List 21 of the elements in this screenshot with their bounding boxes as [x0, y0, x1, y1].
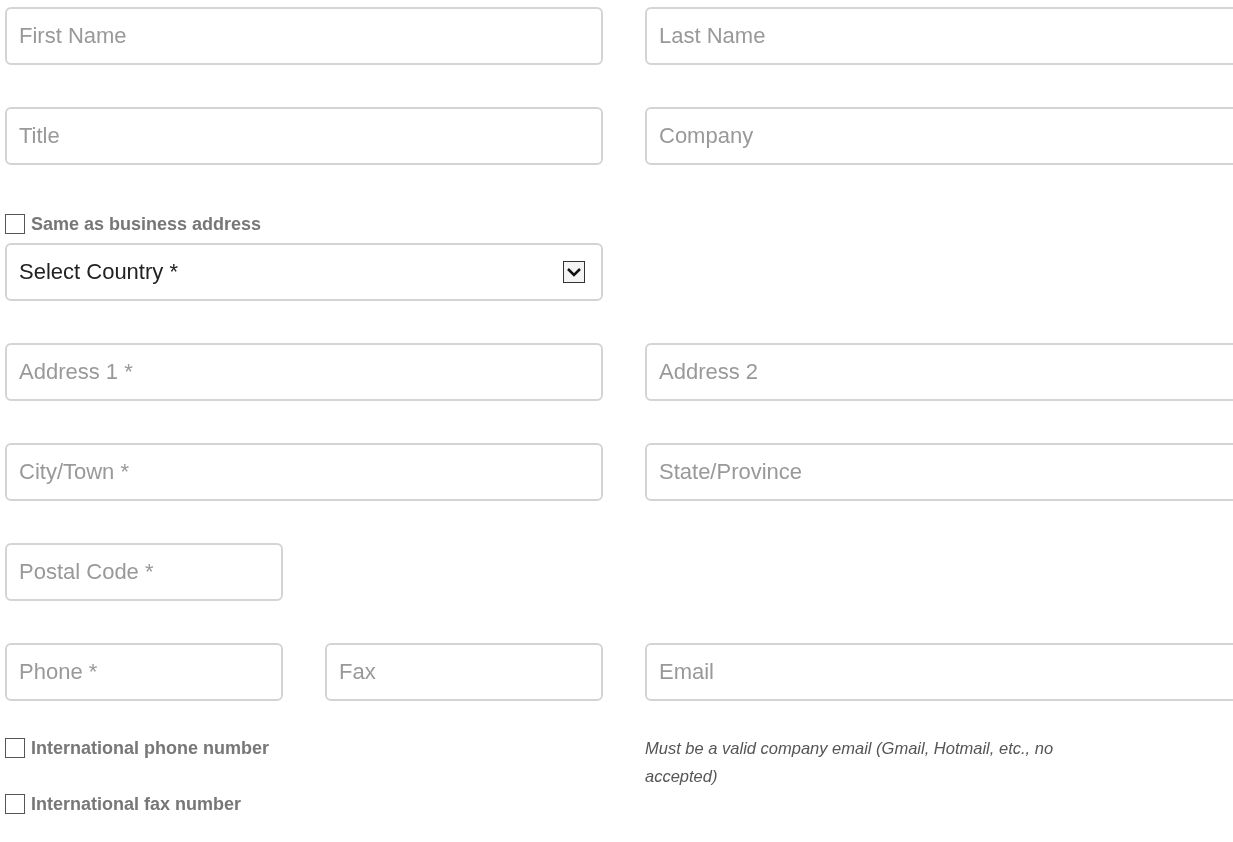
- checkbox-label: Same as business address: [31, 213, 262, 235]
- phone-field[interactable]: Phone *: [5, 643, 283, 701]
- checkbox[interactable]: [5, 214, 25, 234]
- address-field[interactable]: Address 1 *: [5, 343, 603, 401]
- country-select[interactable]: Select Country *: [5, 243, 603, 301]
- email-hint-text: Must be a valid company email (Gmail, Hotmail, etc., no: [645, 738, 1054, 759]
- first-name-field[interactable]: First Name: [5, 7, 603, 65]
- postal-code-field[interactable]: Postal Code *: [5, 543, 283, 601]
- state-field[interactable]: State/Province: [645, 443, 1233, 501]
- last-name-field[interactable]: Last Name: [645, 7, 1233, 65]
- company-field[interactable]: Company: [645, 107, 1233, 165]
- title-field[interactable]: Title: [5, 107, 603, 165]
- checkbox[interactable]: [5, 738, 25, 758]
- email-hint-text: accepted): [645, 766, 719, 787]
- address-field[interactable]: Address 2: [645, 343, 1233, 401]
- fax-field[interactable]: Fax: [325, 643, 603, 701]
- checkbox-label: International fax number: [31, 793, 242, 815]
- city-field[interactable]: City/Town *: [5, 443, 603, 501]
- checkbox[interactable]: [5, 794, 25, 814]
- email-field[interactable]: Email: [645, 643, 1233, 701]
- checkbox-label: International phone number: [31, 737, 269, 759]
